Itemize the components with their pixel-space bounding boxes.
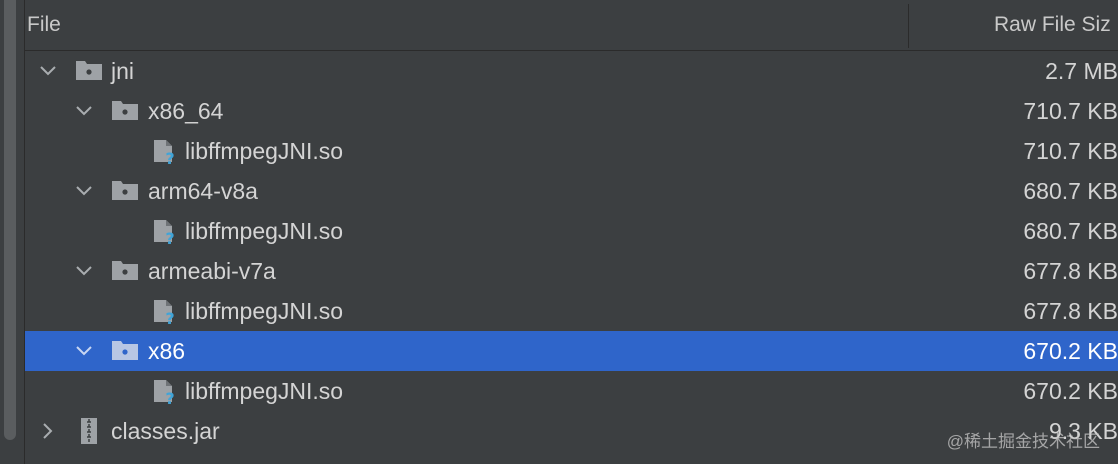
tree-row-size: 677.8 KB: [1023, 258, 1118, 284]
tree-row-size: 670.2 KB: [1023, 378, 1118, 404]
folder-icon: [111, 259, 139, 287]
raw-file-size-column-header[interactable]: Raw File Siz: [994, 13, 1111, 37]
tree-row-label: libffmpegJNI.so: [185, 378, 344, 404]
svg-text:?: ?: [165, 389, 174, 406]
tree-row-size: 2.7 MB: [1045, 58, 1118, 84]
tree-row-label: x86_64: [148, 98, 224, 124]
apk-file-tree: File Raw File Siz jni 2.7 MB x86_64 710.…: [25, 0, 1118, 464]
tree-row-size: 710.7 KB: [1023, 138, 1118, 164]
tree-row-label: jni: [111, 58, 135, 84]
folder-icon: [111, 179, 139, 207]
tree-row-jni[interactable]: jni 2.7 MB: [25, 51, 1118, 91]
column-separator[interactable]: [908, 4, 909, 48]
tree-row-size: 677.8 KB: [1023, 298, 1118, 324]
svg-text:?: ?: [165, 309, 174, 326]
vertical-scrollbar[interactable]: [4, 0, 16, 440]
folder-icon: [111, 99, 139, 127]
tree-row-x86[interactable]: x86 670.2 KB: [25, 331, 1118, 371]
unknown-file-icon: ?: [151, 218, 179, 252]
tree-row-label: libffmpegJNI.so: [185, 138, 344, 164]
folder-icon: [111, 339, 139, 367]
tree-row-label: libffmpegJNI.so: [185, 298, 344, 324]
tree-row-size: 680.7 KB: [1023, 178, 1118, 204]
file-column-header[interactable]: File: [27, 13, 61, 37]
tree-row-arm64-v8a[interactable]: arm64-v8a 680.7 KB: [25, 171, 1118, 211]
unknown-file-icon: ?: [151, 298, 179, 332]
tree-row-libffmpegJNI[interactable]: ? libffmpegJNI.so 677.8 KB: [25, 291, 1118, 331]
tree-row-size: 710.7 KB: [1023, 98, 1118, 124]
tree-row-libffmpegJNI[interactable]: ? libffmpegJNI.so 680.7 KB: [25, 211, 1118, 251]
tree-row-label: armeabi-v7a: [148, 258, 276, 284]
watermark: @稀土掘金技术社区: [946, 432, 1100, 451]
unknown-file-icon: ?: [151, 378, 179, 412]
left-gutter: [0, 0, 25, 464]
chevron-down-icon[interactable]: [73, 171, 95, 211]
tree-row-label: arm64-v8a: [148, 178, 258, 204]
tree-row-x86_64[interactable]: x86_64 710.7 KB: [25, 91, 1118, 131]
jar-archive-icon: [79, 417, 99, 451]
chevron-right-icon[interactable]: [37, 411, 59, 451]
chevron-down-icon[interactable]: [37, 51, 59, 91]
tree-row-label: libffmpegJNI.so: [185, 218, 344, 244]
tree-row-libffmpegJNI[interactable]: ? libffmpegJNI.so 710.7 KB: [25, 131, 1118, 171]
tree-row-size: 670.2 KB: [1023, 338, 1118, 364]
svg-text:?: ?: [165, 149, 174, 166]
tree-row-size: 680.7 KB: [1023, 218, 1118, 244]
table-header: File Raw File Siz: [25, 0, 1118, 51]
unknown-file-icon: ?: [151, 138, 179, 172]
chevron-down-icon[interactable]: [73, 91, 95, 131]
tree-row-libffmpegJNI[interactable]: ? libffmpegJNI.so 670.2 KB: [25, 371, 1118, 411]
svg-text:?: ?: [165, 229, 174, 246]
tree-row-label: classes.jar: [111, 418, 220, 444]
tree-row-armeabi-v7a[interactable]: armeabi-v7a 677.8 KB: [25, 251, 1118, 291]
chevron-down-icon[interactable]: [73, 251, 95, 291]
chevron-down-icon[interactable]: [73, 331, 95, 371]
tree-row-label: x86: [148, 338, 186, 364]
folder-icon: [75, 59, 103, 87]
